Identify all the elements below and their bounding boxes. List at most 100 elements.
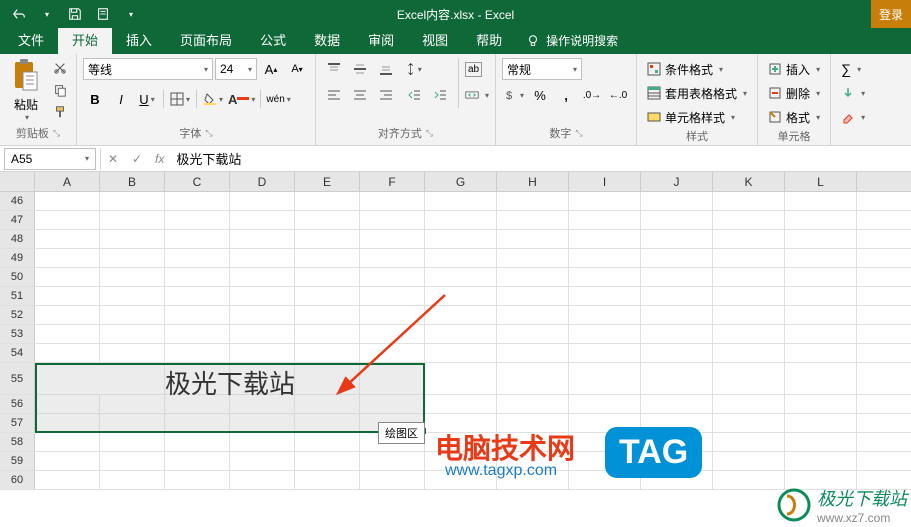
decrease-font-button[interactable]: A▾ <box>285 58 309 80</box>
cell[interactable] <box>100 230 165 248</box>
cell[interactable] <box>569 249 641 267</box>
column-header[interactable]: K <box>713 172 785 191</box>
wrap-text-button[interactable]: ab <box>465 58 489 80</box>
cell[interactable] <box>100 268 165 286</box>
cell[interactable] <box>641 192 713 210</box>
cell[interactable] <box>230 471 295 489</box>
cell[interactable] <box>35 306 100 324</box>
accounting-format-button[interactable]: $▾ <box>502 84 526 106</box>
cell[interactable] <box>165 414 230 432</box>
cell[interactable] <box>230 433 295 451</box>
cell[interactable] <box>425 363 497 394</box>
cell[interactable] <box>497 325 569 343</box>
dialog-launcher-icon[interactable]: ⤡ <box>426 128 433 139</box>
column-header[interactable]: C <box>165 172 230 191</box>
cell[interactable] <box>497 287 569 305</box>
fx-icon[interactable]: fx <box>149 152 170 166</box>
cell[interactable] <box>230 344 295 362</box>
cell[interactable] <box>497 230 569 248</box>
cell[interactable] <box>641 306 713 324</box>
cell[interactable] <box>713 306 785 324</box>
cell[interactable] <box>100 471 165 489</box>
cell[interactable] <box>295 306 360 324</box>
enter-formula-button[interactable]: ✓ <box>125 148 149 170</box>
cell[interactable] <box>360 268 425 286</box>
cell[interactable] <box>100 433 165 451</box>
bold-button[interactable]: B <box>83 88 107 110</box>
cell[interactable] <box>100 192 165 210</box>
align-top-button[interactable] <box>322 58 346 80</box>
tab-insert[interactable]: 插入 <box>112 25 166 54</box>
tab-formulas[interactable]: 公式 <box>246 25 300 54</box>
cell[interactable] <box>100 211 165 229</box>
cell[interactable] <box>360 471 425 489</box>
cell[interactable] <box>100 414 165 432</box>
qa-more[interactable]: ▾ <box>118 3 144 25</box>
cell[interactable] <box>35 230 100 248</box>
cell[interactable] <box>100 325 165 343</box>
cell[interactable] <box>165 230 230 248</box>
cell[interactable] <box>35 249 100 267</box>
cell[interactable] <box>641 344 713 362</box>
dialog-launcher-icon[interactable]: ⤡ <box>53 128 60 139</box>
cell[interactable] <box>360 395 425 413</box>
cell[interactable] <box>230 230 295 248</box>
cell[interactable] <box>641 249 713 267</box>
cell[interactable] <box>360 344 425 362</box>
cell[interactable] <box>360 325 425 343</box>
login-button[interactable]: 登录 <box>871 0 911 28</box>
cell[interactable] <box>230 192 295 210</box>
cell[interactable] <box>425 325 497 343</box>
cell[interactable] <box>230 395 295 413</box>
cell[interactable] <box>713 268 785 286</box>
cell[interactable] <box>165 249 230 267</box>
cell[interactable] <box>295 287 360 305</box>
decrease-decimal-button[interactable]: ←.0 <box>606 84 630 106</box>
cell[interactable] <box>35 192 100 210</box>
cell[interactable] <box>569 192 641 210</box>
cell[interactable] <box>641 268 713 286</box>
cell[interactable] <box>497 249 569 267</box>
delete-cells-button[interactable]: 删除▾ <box>764 82 824 104</box>
cell[interactable] <box>641 287 713 305</box>
format-cells-button[interactable]: 格式▾ <box>764 106 824 128</box>
tab-view[interactable]: 视图 <box>408 25 462 54</box>
cell[interactable] <box>713 325 785 343</box>
cell[interactable] <box>165 325 230 343</box>
align-center-button[interactable] <box>348 84 372 106</box>
tab-data[interactable]: 数据 <box>300 25 354 54</box>
column-header[interactable]: G <box>425 172 497 191</box>
cell[interactable] <box>713 192 785 210</box>
cell[interactable] <box>569 344 641 362</box>
cell[interactable] <box>295 344 360 362</box>
cell[interactable] <box>569 306 641 324</box>
cell[interactable] <box>100 452 165 470</box>
cell[interactable] <box>295 471 360 489</box>
cell[interactable] <box>360 306 425 324</box>
column-header[interactable]: B <box>100 172 165 191</box>
cell[interactable] <box>785 230 857 248</box>
increase-indent-button[interactable] <box>428 84 452 106</box>
cell[interactable] <box>569 287 641 305</box>
row-header[interactable]: 51 <box>0 287 35 305</box>
row-header[interactable]: 57 <box>0 414 35 432</box>
autosum-button[interactable]: ∑▾ <box>837 58 869 80</box>
dialog-launcher-icon[interactable]: ⤡ <box>575 128 582 139</box>
cell[interactable] <box>713 395 785 413</box>
column-header[interactable]: I <box>569 172 641 191</box>
fill-color-button[interactable]: ▾ <box>201 88 225 110</box>
conditional-format-button[interactable]: 条件格式▾ <box>643 58 751 80</box>
comma-button[interactable]: , <box>554 84 578 106</box>
row-header[interactable]: 56 <box>0 395 35 413</box>
cell[interactable] <box>425 249 497 267</box>
cell[interactable] <box>641 211 713 229</box>
copy-button[interactable] <box>50 80 70 100</box>
cell[interactable] <box>295 268 360 286</box>
cell[interactable] <box>295 211 360 229</box>
cell[interactable] <box>425 287 497 305</box>
go-back-button[interactable] <box>6 3 32 25</box>
cancel-formula-button[interactable]: ✕ <box>101 148 125 170</box>
cell[interactable] <box>230 306 295 324</box>
tab-review[interactable]: 审阅 <box>354 25 408 54</box>
cell[interactable] <box>35 268 100 286</box>
